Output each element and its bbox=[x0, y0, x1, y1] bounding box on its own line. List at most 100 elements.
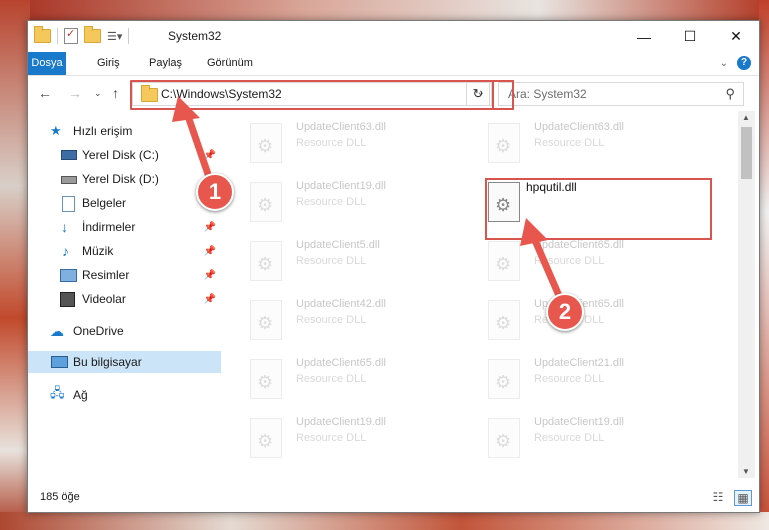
sidebar-item-this-pc[interactable]: Bu bilgisayar bbox=[28, 351, 221, 373]
sidebar-item-label: Resimler bbox=[82, 268, 130, 282]
file-name: UpdateClient19.dll bbox=[296, 416, 386, 428]
sidebar-item-label: Ağ bbox=[73, 388, 88, 402]
file-highlight-box bbox=[485, 178, 712, 240]
sidebar-item-downloads[interactable]: ↓ İndirmeler 📌 bbox=[28, 216, 221, 238]
navigation-pane: ★ Hızlı erişim Yerel Disk (C:) 📌 Yerel D… bbox=[28, 111, 221, 478]
pin-icon[interactable]: 📌 bbox=[204, 270, 216, 281]
drive-icon bbox=[61, 176, 77, 184]
file-type: Resource DLL bbox=[534, 373, 605, 385]
file-name: UpdateClient63.dll bbox=[534, 121, 624, 133]
scrollbar-thumb[interactable] bbox=[741, 127, 752, 179]
up-arrow-icon[interactable]: ↑ bbox=[112, 85, 119, 101]
dll-file-icon bbox=[250, 123, 282, 163]
step-badge-1: 1 bbox=[196, 173, 234, 211]
dll-file-icon bbox=[250, 182, 282, 222]
tab-view[interactable]: Görünüm bbox=[198, 52, 262, 75]
sidebar-item-documents[interactable]: Belgeler 📌 bbox=[28, 192, 221, 214]
documents-icon bbox=[62, 196, 75, 212]
music-icon: ♪ bbox=[62, 243, 69, 259]
forward-arrow-icon[interactable]: → bbox=[68, 85, 82, 101]
back-arrow-icon[interactable]: ← bbox=[38, 85, 52, 101]
pictures-icon bbox=[60, 269, 77, 282]
explorer-window: ☰▾ System32 — ☐ ✕ Dosya Giriş Paylaş Gör… bbox=[27, 20, 760, 513]
properties-icon[interactable] bbox=[64, 27, 78, 44]
tab-file[interactable]: Dosya bbox=[28, 52, 66, 75]
file-type: Resource DLL bbox=[296, 314, 367, 326]
file-name: UpdateClient5.dll bbox=[296, 239, 380, 251]
network-icon: 🖧 bbox=[50, 385, 65, 400]
drive-icon bbox=[61, 150, 77, 160]
file-type: Resource DLL bbox=[534, 255, 605, 267]
dll-file-icon bbox=[488, 241, 520, 281]
status-bar: 185 öğe ☷ ▦ bbox=[28, 486, 759, 511]
sidebar-item-onedrive[interactable]: ☁ OneDrive bbox=[28, 320, 221, 342]
tab-home[interactable]: Giriş bbox=[88, 52, 129, 75]
sidebar-item-label: Belgeler bbox=[82, 196, 127, 210]
sidebar-item-label: Yerel Disk (D:) bbox=[82, 172, 159, 186]
file-type: Resource DLL bbox=[534, 137, 605, 149]
dll-file-icon bbox=[488, 418, 520, 458]
folder-icon bbox=[34, 26, 51, 43]
help-icon[interactable]: ? bbox=[737, 56, 751, 70]
dll-file-icon bbox=[488, 123, 520, 163]
sidebar-item-quick-access[interactable]: ★ Hızlı erişim bbox=[28, 120, 221, 142]
dll-file-icon bbox=[488, 300, 520, 340]
ribbon-tabs: Dosya Giriş Paylaş Görünüm ⌄ ? bbox=[28, 52, 759, 76]
pin-icon[interactable]: 📌 bbox=[204, 222, 216, 233]
minimize-button[interactable]: — bbox=[621, 21, 667, 52]
computer-icon bbox=[51, 356, 68, 368]
file-type: Resource DLL bbox=[296, 255, 367, 267]
download-icon: ↓ bbox=[61, 219, 68, 235]
scroll-down-icon[interactable]: ▼ bbox=[742, 467, 750, 476]
address-highlight-box bbox=[130, 80, 494, 110]
details-view-icon[interactable]: ☷ bbox=[710, 490, 726, 504]
recent-locations-icon[interactable]: ⌄ bbox=[94, 88, 102, 99]
file-type: Resource DLL bbox=[296, 196, 367, 208]
sidebar-item-label: Yerel Disk (C:) bbox=[82, 148, 159, 162]
separator bbox=[57, 28, 58, 44]
dll-file-icon bbox=[250, 359, 282, 399]
file-name: UpdateClient19.dll bbox=[296, 180, 386, 192]
close-button[interactable]: ✕ bbox=[713, 21, 759, 52]
tab-share[interactable]: Paylaş bbox=[140, 52, 191, 75]
customize-toolbar-icon[interactable]: ☰▾ bbox=[107, 30, 122, 43]
dll-file-icon bbox=[250, 418, 282, 458]
file-type: Resource DLL bbox=[296, 432, 367, 444]
sidebar-item-label: Bu bilgisayar bbox=[73, 355, 142, 369]
search-icon[interactable]: ⚲ bbox=[725, 86, 735, 102]
pin-icon[interactable]: 📌 bbox=[204, 294, 216, 305]
dll-file-icon bbox=[488, 359, 520, 399]
file-list: UpdateClient63.dll Resource DLL UpdateCl… bbox=[222, 111, 743, 478]
sidebar-item-label: OneDrive bbox=[73, 324, 124, 338]
sidebar-item-network[interactable]: 🖧 Ağ bbox=[28, 384, 221, 406]
new-folder-icon[interactable] bbox=[84, 26, 101, 43]
sidebar-item-local-disk-d[interactable]: Yerel Disk (D:) bbox=[28, 168, 221, 190]
search-placeholder: Ara: System32 bbox=[508, 87, 587, 101]
sidebar-item-music[interactable]: ♪ Müzik 📌 bbox=[28, 240, 221, 262]
sidebar-item-label: Hızlı erişim bbox=[73, 124, 133, 138]
refresh-highlight-box bbox=[490, 80, 514, 110]
sidebar-item-videos[interactable]: Videolar 📌 bbox=[28, 288, 221, 310]
dll-file-icon bbox=[250, 241, 282, 281]
search-input[interactable]: Ara: System32 ⚲ bbox=[498, 82, 744, 106]
file-type: Resource DLL bbox=[534, 432, 605, 444]
video-icon bbox=[60, 292, 75, 307]
scroll-up-icon[interactable]: ▲ bbox=[742, 113, 750, 122]
large-icons-view-icon[interactable]: ▦ bbox=[734, 490, 752, 506]
separator bbox=[128, 28, 130, 44]
pin-icon[interactable]: 📌 bbox=[204, 246, 216, 257]
file-name: UpdateClient65.dll bbox=[534, 239, 624, 251]
expand-ribbon-icon[interactable]: ⌄ bbox=[720, 58, 728, 69]
sidebar-item-label: Müzik bbox=[82, 244, 114, 258]
sidebar-item-label: Videolar bbox=[82, 292, 126, 306]
vertical-scrollbar[interactable]: ▲ ▼ bbox=[738, 111, 755, 478]
step-badge-2: 2 bbox=[546, 293, 584, 331]
pin-icon[interactable]: 📌 bbox=[204, 150, 216, 161]
sidebar-item-pictures[interactable]: Resimler 📌 bbox=[28, 264, 221, 286]
sidebar-item-local-disk-c[interactable]: Yerel Disk (C:) 📌 bbox=[28, 144, 221, 166]
maximize-button[interactable]: ☐ bbox=[667, 21, 713, 52]
file-type: Resource DLL bbox=[296, 373, 367, 385]
file-type: Resource DLL bbox=[296, 137, 367, 149]
item-count: 185 öğe bbox=[40, 491, 80, 503]
quick-access-toolbar: ☰▾ bbox=[34, 26, 130, 44]
